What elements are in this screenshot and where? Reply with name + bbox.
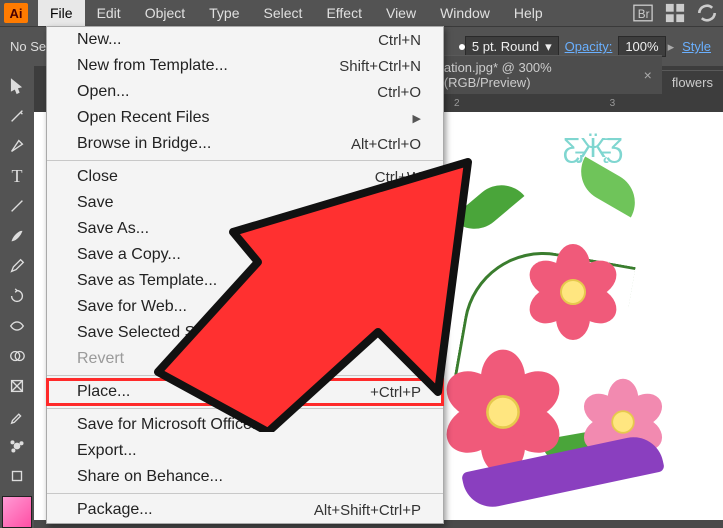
perspective-tool-icon[interactable] bbox=[2, 372, 32, 400]
app-logo: Ai bbox=[4, 3, 28, 23]
style-label[interactable]: Style bbox=[682, 39, 711, 54]
menu-view[interactable]: View bbox=[374, 0, 428, 26]
selection-tool-icon[interactable] bbox=[2, 72, 32, 100]
document-tab-next[interactable]: flowers bbox=[662, 70, 723, 94]
menu-item-export[interactable]: Export... bbox=[47, 438, 443, 464]
svg-text:Br: Br bbox=[638, 8, 650, 21]
menu-select[interactable]: Select bbox=[252, 0, 315, 26]
ruler-mark: 3 bbox=[610, 98, 616, 109]
menu-item-save[interactable]: SaveCtrl+S bbox=[47, 190, 443, 216]
color-swatch[interactable] bbox=[2, 496, 32, 528]
menu-item-save-slices[interactable]: Save Selected Slices bbox=[47, 320, 443, 346]
menu-item-share-behance[interactable]: Share on Behance... bbox=[47, 464, 443, 490]
menubar: Ai File Edit Object Type Select Effect V… bbox=[0, 0, 723, 26]
menu-item-close[interactable]: CloseCtrl+W bbox=[47, 164, 443, 190]
menu-item-save-office[interactable]: Save for Microsoft Office... bbox=[47, 412, 443, 438]
menu-separator bbox=[47, 408, 443, 409]
no-selection-label: No Se bbox=[10, 39, 46, 54]
submenu-arrow-icon: ▶ bbox=[413, 112, 421, 125]
menu-effect[interactable]: Effect bbox=[314, 0, 374, 26]
artwork-flowers: Ƹ̵̡Ӝ̵̨̄Ʒ bbox=[423, 132, 703, 512]
arrange-icon[interactable] bbox=[662, 2, 688, 24]
opacity-field[interactable]: 100% bbox=[618, 36, 665, 57]
pencil-tool-icon[interactable] bbox=[2, 252, 32, 280]
menu-file[interactable]: File bbox=[38, 0, 85, 26]
menu-edit[interactable]: Edit bbox=[85, 0, 133, 26]
menu-item-save-copy[interactable]: Save a Copy...Ctrl+S bbox=[47, 242, 443, 268]
menu-item-save-as[interactable]: Save As...Shift+Ctrl+S bbox=[47, 216, 443, 242]
chevron-down-icon: ▾ bbox=[545, 39, 552, 55]
menu-item-save-for-web[interactable]: Save for Web...Ctrl+S bbox=[47, 294, 443, 320]
menu-item-revert: Revert bbox=[47, 346, 443, 372]
menu-separator bbox=[47, 160, 443, 161]
opacity-value: 100% bbox=[625, 39, 658, 54]
menu-window[interactable]: Window bbox=[428, 0, 502, 26]
pen-tool-icon[interactable] bbox=[2, 132, 32, 160]
artboard-tool-icon[interactable] bbox=[2, 462, 32, 490]
menu-separator bbox=[47, 493, 443, 494]
menu-object[interactable]: Object bbox=[133, 0, 197, 26]
stroke-profile-value: 5 pt. Round bbox=[472, 39, 539, 54]
width-tool-icon[interactable] bbox=[2, 312, 32, 340]
butterfly-icon: Ƹ̵̡Ӝ̵̨̄Ʒ bbox=[563, 132, 623, 164]
menu-help[interactable]: Help bbox=[502, 0, 555, 26]
menu-item-open[interactable]: Open...Ctrl+O bbox=[47, 79, 443, 105]
sync-icon[interactable] bbox=[694, 2, 720, 24]
shape-builder-tool-icon[interactable] bbox=[2, 342, 32, 370]
close-icon[interactable]: × bbox=[644, 67, 652, 83]
eyedropper-tool-icon[interactable] bbox=[2, 402, 32, 430]
opacity-label[interactable]: Opacity: bbox=[565, 39, 613, 54]
menu-item-new-from-template[interactable]: New from Template...Shift+Ctrl+N bbox=[47, 53, 443, 79]
opacity-arrow-icon[interactable]: ▸ bbox=[668, 39, 675, 55]
document-tab-name: flowers bbox=[672, 75, 713, 90]
brush-tool-icon[interactable] bbox=[2, 222, 32, 250]
menu-item-new[interactable]: New...Ctrl+N bbox=[47, 27, 443, 53]
magic-wand-tool-icon[interactable] bbox=[2, 102, 32, 130]
ruler-mark: 2 bbox=[454, 98, 460, 109]
menu-separator bbox=[47, 375, 443, 376]
menu-item-browse-bridge[interactable]: Browse in Bridge...Alt+Ctrl+O bbox=[47, 131, 443, 157]
menu-item-open-recent[interactable]: Open Recent Files▶ bbox=[47, 105, 443, 131]
menu-item-save-template[interactable]: Save as Template... bbox=[47, 268, 443, 294]
bridge-icon[interactable]: Br bbox=[630, 2, 656, 24]
toolbox: T bbox=[0, 66, 34, 528]
document-tab-name: ation.jpg* @ 300% (RGB/Preview) bbox=[444, 60, 636, 90]
symbol-tool-icon[interactable] bbox=[2, 432, 32, 460]
rotate-tool-icon[interactable] bbox=[2, 282, 32, 310]
menu-item-package[interactable]: Package...Alt+Shift+Ctrl+P bbox=[47, 497, 443, 523]
menu-item-place[interactable]: Place...+Ctrl+P bbox=[47, 379, 443, 405]
line-tool-icon[interactable] bbox=[2, 192, 32, 220]
type-tool-icon[interactable]: T bbox=[2, 162, 32, 190]
file-menu-dropdown: New...Ctrl+N New from Template...Shift+C… bbox=[46, 26, 444, 524]
menu-type[interactable]: Type bbox=[197, 0, 251, 26]
document-tab-active[interactable]: ation.jpg* @ 300% (RGB/Preview) × bbox=[434, 55, 662, 94]
